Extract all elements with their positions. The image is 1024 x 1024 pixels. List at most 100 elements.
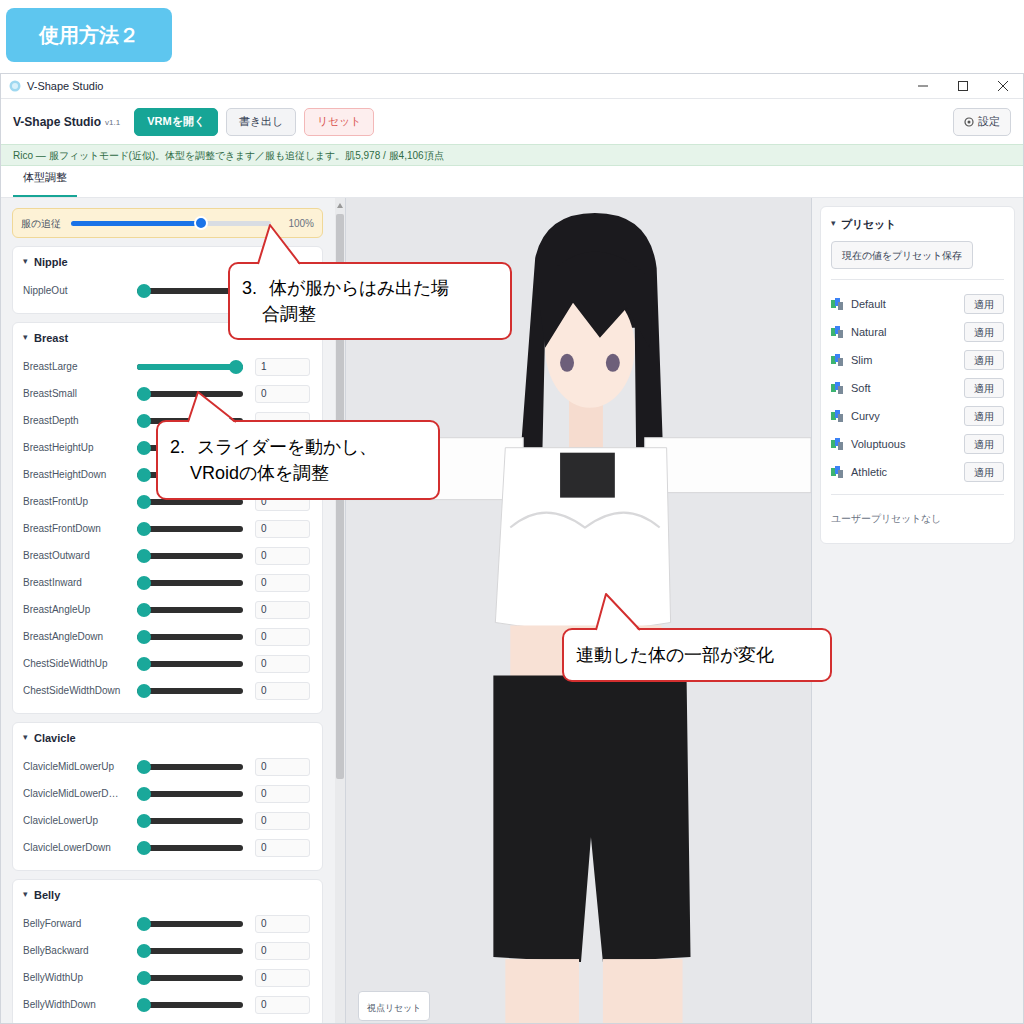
value-field[interactable]: 0 bbox=[255, 520, 310, 538]
callout-tail-wrap bbox=[0, 0, 1024, 1024]
save-preset-button[interactable]: 現在の値をプリセット保存 bbox=[831, 241, 973, 269]
slider-track[interactable] bbox=[137, 526, 243, 532]
value-field[interactable]: 0 bbox=[255, 493, 310, 511]
toolbar-button[interactable]: VRMを開く bbox=[134, 108, 217, 136]
value-field[interactable]: 1 bbox=[255, 358, 310, 376]
toolbar-button[interactable]: 書き出し bbox=[226, 108, 296, 136]
slider-track[interactable] bbox=[137, 764, 243, 770]
value-field[interactable] bbox=[255, 282, 310, 300]
value-field[interactable]: 0 bbox=[255, 785, 310, 803]
slider-track[interactable] bbox=[137, 364, 243, 370]
slider-thumb[interactable] bbox=[137, 284, 151, 298]
scrollbar[interactable] bbox=[335, 198, 345, 1023]
slider-thumb[interactable] bbox=[137, 684, 151, 698]
slider-track[interactable] bbox=[137, 553, 243, 559]
slider-thumb[interactable] bbox=[137, 760, 151, 774]
value-text: 0 bbox=[261, 548, 267, 563]
follow-slider[interactable] bbox=[71, 221, 271, 226]
slider-thumb[interactable] bbox=[137, 387, 151, 401]
slider-thumb[interactable] bbox=[137, 787, 151, 801]
apply-preset-button[interactable]: 適用 bbox=[964, 350, 1004, 370]
slider-thumb[interactable] bbox=[137, 917, 151, 931]
slider-track[interactable] bbox=[137, 472, 243, 478]
slider-label: ChestSideWidthUp bbox=[23, 656, 137, 671]
viewport[interactable]: 視点リセット bbox=[346, 198, 811, 1023]
value-field[interactable] bbox=[255, 466, 310, 484]
slider-track[interactable] bbox=[137, 975, 243, 981]
slider-thumb[interactable] bbox=[137, 495, 151, 509]
value-field[interactable]: 0 bbox=[255, 812, 310, 830]
apply-preset-button[interactable]: 適用 bbox=[964, 322, 1004, 342]
section-header[interactable]: ▾Breast bbox=[13, 323, 322, 353]
slider-thumb[interactable] bbox=[137, 841, 151, 855]
value-field[interactable] bbox=[255, 412, 310, 430]
slider-track[interactable] bbox=[137, 499, 243, 505]
reset-view-button[interactable]: 視点リセット bbox=[358, 991, 430, 1021]
slider-thumb[interactable] bbox=[137, 998, 151, 1012]
slider-thumb[interactable] bbox=[137, 971, 151, 985]
apply-preset-button[interactable]: 適用 bbox=[964, 294, 1004, 314]
value-field[interactable]: 0 bbox=[255, 628, 310, 646]
slider-track[interactable] bbox=[137, 445, 243, 451]
value-text: 0 bbox=[261, 840, 267, 855]
section-header[interactable]: ▾Nipple bbox=[13, 247, 322, 277]
slider-track[interactable] bbox=[137, 688, 243, 694]
slider-thumb[interactable] bbox=[137, 630, 151, 644]
value-field[interactable]: 0 bbox=[255, 915, 310, 933]
slider-track[interactable] bbox=[137, 418, 243, 424]
section-header[interactable]: ▾Clavicle bbox=[13, 723, 322, 753]
value-field[interactable]: 0 bbox=[255, 574, 310, 592]
slider-track[interactable] bbox=[137, 818, 243, 824]
value-field[interactable] bbox=[255, 439, 310, 457]
apply-preset-button[interactable]: 適用 bbox=[964, 434, 1004, 454]
slider-track[interactable] bbox=[137, 845, 243, 851]
slider-track[interactable] bbox=[137, 661, 243, 667]
tab[interactable]: 体型調整 bbox=[13, 164, 77, 197]
value-field[interactable]: 0 bbox=[255, 547, 310, 565]
value-field[interactable]: 0 bbox=[255, 655, 310, 673]
settings-button[interactable]: 設定 bbox=[953, 108, 1011, 136]
slider-track[interactable] bbox=[137, 948, 243, 954]
slider-thumb[interactable] bbox=[137, 468, 151, 482]
value-field[interactable]: 0 bbox=[255, 601, 310, 619]
slider-track[interactable] bbox=[137, 921, 243, 927]
value-field[interactable]: 0 bbox=[255, 996, 310, 1014]
slider-thumb[interactable] bbox=[137, 441, 151, 455]
value-field[interactable]: 0 bbox=[255, 385, 310, 403]
apply-preset-button[interactable]: 適用 bbox=[964, 462, 1004, 482]
user-preset-empty: ユーザープリセットなし bbox=[831, 513, 941, 524]
toolbar-button[interactable]: リセット bbox=[304, 108, 374, 136]
slider-thumb[interactable] bbox=[137, 414, 151, 428]
apply-preset-button[interactable]: 適用 bbox=[964, 406, 1004, 426]
close-button[interactable] bbox=[983, 74, 1023, 98]
slider-thumb[interactable] bbox=[137, 657, 151, 671]
preset-header[interactable]: ▾ プリセット bbox=[831, 213, 1004, 235]
follow-thumb[interactable] bbox=[194, 216, 208, 230]
apply-preset-button[interactable]: 適用 bbox=[964, 378, 1004, 398]
slider-thumb[interactable] bbox=[137, 549, 151, 563]
scrollbar-thumb[interactable] bbox=[336, 214, 344, 779]
slider-row: ClavicleLowerUp0 bbox=[13, 807, 322, 834]
section-header[interactable]: ▾Belly bbox=[13, 880, 322, 910]
slider-track[interactable] bbox=[137, 634, 243, 640]
value-field[interactable]: 0 bbox=[255, 682, 310, 700]
slider-thumb[interactable] bbox=[137, 576, 151, 590]
slider-track[interactable] bbox=[137, 391, 243, 397]
slider-label: BreastOutward bbox=[23, 548, 137, 563]
minimize-button[interactable] bbox=[903, 74, 943, 98]
slider-track[interactable] bbox=[137, 580, 243, 586]
slider-track[interactable] bbox=[137, 791, 243, 797]
slider-thumb[interactable] bbox=[229, 360, 243, 374]
slider-thumb[interactable] bbox=[137, 522, 151, 536]
slider-track[interactable] bbox=[137, 288, 243, 294]
value-field[interactable]: 0 bbox=[255, 758, 310, 776]
slider-thumb[interactable] bbox=[137, 944, 151, 958]
slider-thumb[interactable] bbox=[137, 603, 151, 617]
value-field[interactable]: 0 bbox=[255, 969, 310, 987]
slider-track[interactable] bbox=[137, 607, 243, 613]
value-field[interactable]: 0 bbox=[255, 942, 310, 960]
value-field[interactable]: 0 bbox=[255, 839, 310, 857]
slider-track[interactable] bbox=[137, 1002, 243, 1008]
slider-thumb[interactable] bbox=[137, 814, 151, 828]
maximize-button[interactable] bbox=[943, 74, 983, 98]
